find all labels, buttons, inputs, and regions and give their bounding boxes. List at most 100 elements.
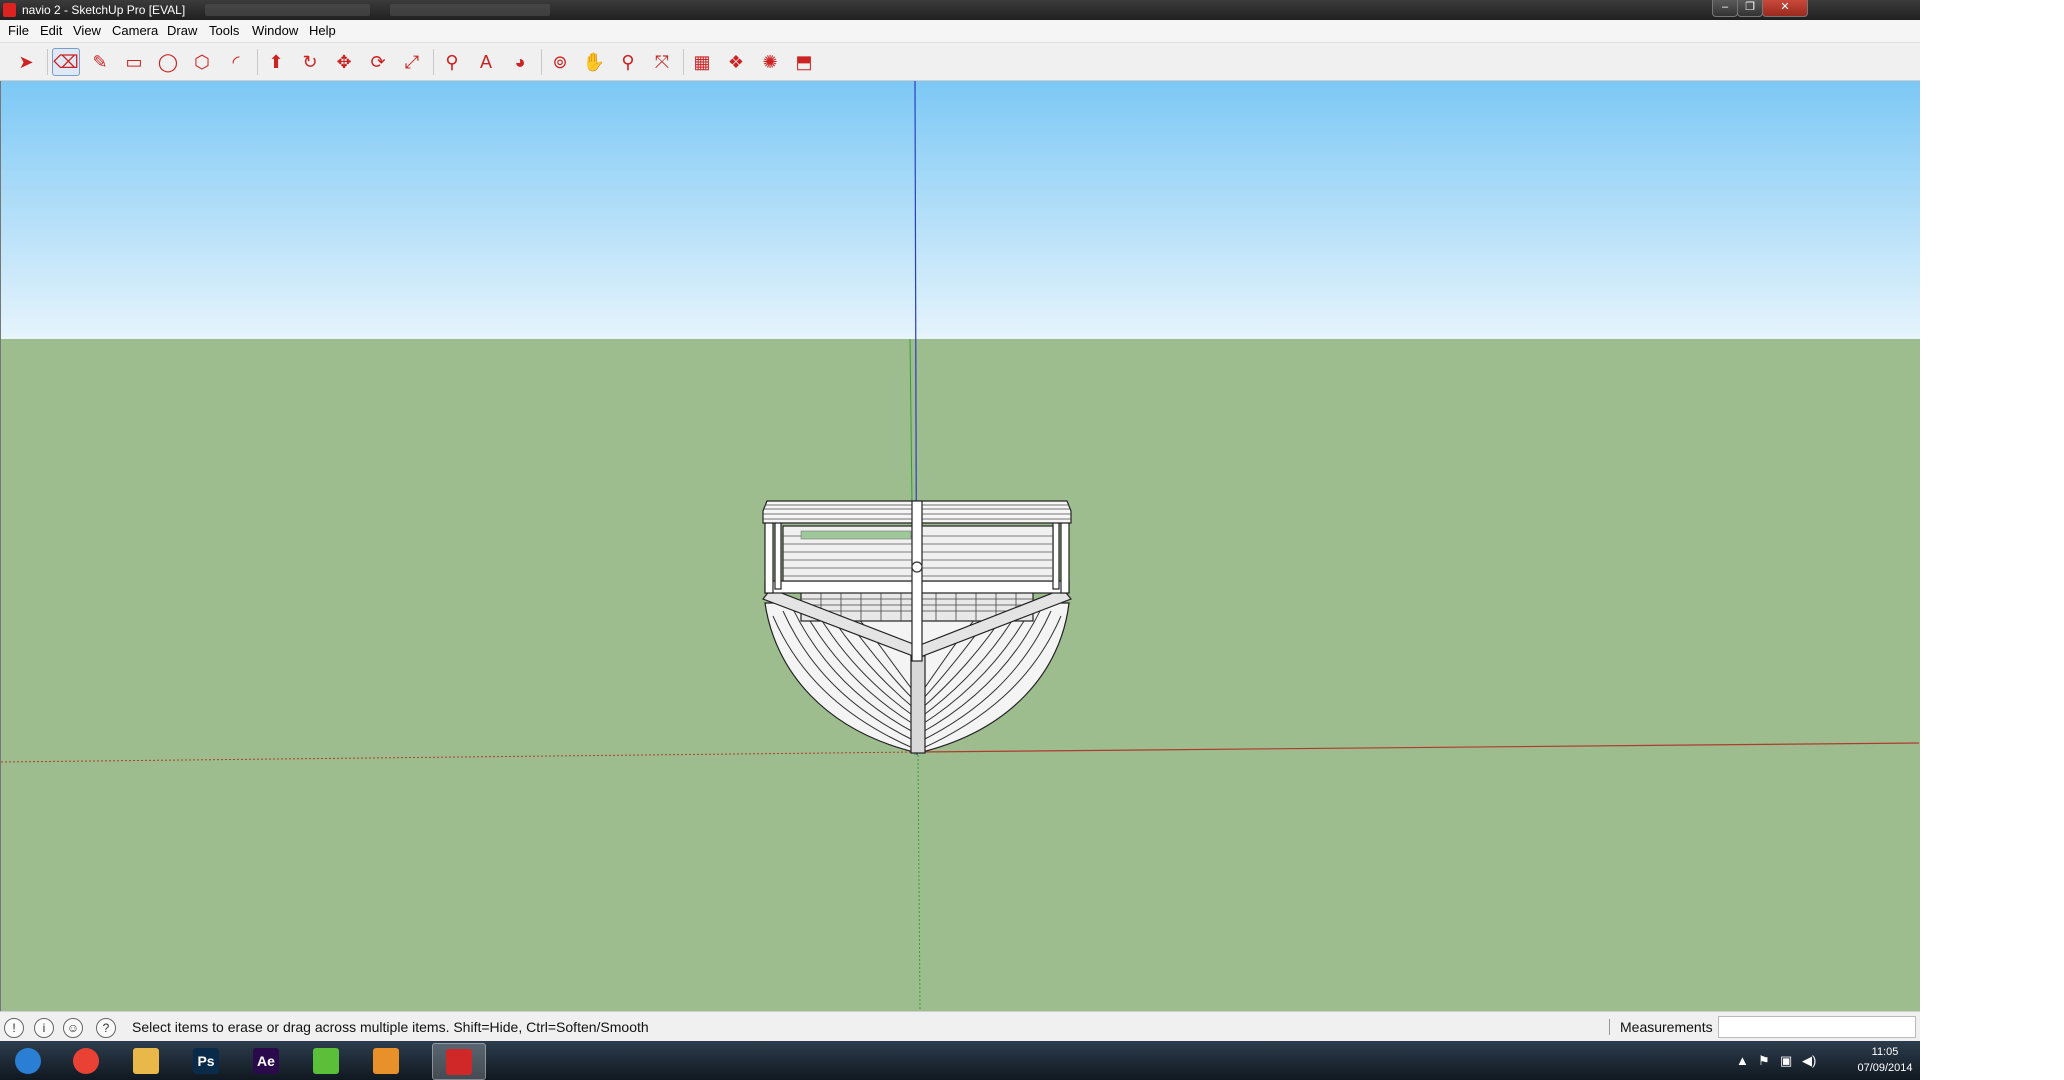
volume-icon[interactable]: ◀) <box>1802 1053 1816 1069</box>
start-button[interactable] <box>2 1043 54 1078</box>
taskbar-sketchup[interactable] <box>432 1043 486 1080</box>
taskbar-app-green[interactable] <box>300 1043 352 1078</box>
sketchup-icon <box>3 3 16 17</box>
circle-icon: ◯ <box>157 51 179 72</box>
zoom-extents-icon: ⤧ <box>654 51 670 72</box>
main-toolbar: ➤ ⌫ ✎ ▭ ◯ ⬡ ◜ ⬆ ↻ ✥ ⟳ ⤢ ⚲ A ◕ ⊚ ✋ ⚲ ⤧ ▦ ❖ ✺ ⬒ <box>0 43 1920 81</box>
rectangle-tool[interactable]: ▭ <box>120 48 148 76</box>
move-icon: ✥ <box>336 51 352 72</box>
tape-measure-tool[interactable]: ⚲ <box>438 48 466 76</box>
hand-icon: ✋ <box>582 51 606 72</box>
magnifier-icon: ⚲ <box>621 51 635 72</box>
scene-canvas[interactable] <box>1 81 1919 1011</box>
divider <box>1609 1019 1610 1035</box>
sketchup-icon <box>446 1048 472 1075</box>
scale-icon: ⤢ <box>404 51 420 72</box>
arc-tool[interactable]: ◜ <box>222 48 250 76</box>
minimize-button[interactable]: ‒ <box>1712 0 1738 17</box>
move-tool[interactable]: ✥ <box>330 48 358 76</box>
map-icon: ▦ <box>693 51 711 72</box>
red-axis <box>917 742 1919 753</box>
menu-view[interactable]: View <box>73 23 101 38</box>
menu-file[interactable]: File <box>8 23 29 38</box>
measurements-input[interactable] <box>1718 1016 1916 1038</box>
share-icon: ✺ <box>762 51 778 72</box>
box-icon: ❖ <box>727 51 745 72</box>
measurements-label: Measurements <box>1620 1019 1713 1035</box>
orbit-tool[interactable]: ⊚ <box>546 48 574 76</box>
select-tool[interactable]: ➤ <box>12 48 40 76</box>
red-axis-negative <box>1 751 919 763</box>
after-effects-icon: Ae <box>253 1047 279 1074</box>
extension-icon: ⬒ <box>795 51 813 72</box>
app-icon <box>313 1047 339 1074</box>
menu-camera[interactable]: Camera <box>112 23 158 38</box>
background-tab <box>205 4 370 16</box>
user-icon[interactable]: ☺ <box>63 1018 83 1038</box>
menu-tools[interactable]: Tools <box>209 23 239 38</box>
paint-bucket-icon: ◕ <box>514 51 526 72</box>
zoom-extents-tool[interactable]: ⤧ <box>648 48 676 76</box>
polygon-tool[interactable]: ⬡ <box>188 48 216 76</box>
status-message: Select items to erase or drag across mul… <box>132 1019 649 1035</box>
blank-area <box>1920 0 2064 1080</box>
scale-tool[interactable]: ⤢ <box>398 48 426 76</box>
extension-warehouse-tool[interactable]: ⬒ <box>790 48 818 76</box>
taskbar-after-effects[interactable]: Ae <box>240 1043 292 1078</box>
keel <box>910 655 926 754</box>
menu-bar: File Edit View Camera Draw Tools Window … <box>0 20 1920 43</box>
credits-icon[interactable]: i <box>34 1018 54 1038</box>
push-pull-tool[interactable]: ⬆ <box>262 48 290 76</box>
eraser-icon: ⌫ <box>53 51 79 72</box>
title-bar: navio 2 - SketchUp Pro [EVAL] ‒ ❐ ✕ <box>0 0 1920 20</box>
rectangle-icon: ▭ <box>125 51 143 72</box>
geo-location-icon[interactable]: ! <box>4 1018 24 1038</box>
photoshop-icon: Ps <box>193 1047 219 1074</box>
status-bar: ! i ☺ ? Select items to erase or drag ac… <box>0 1011 1920 1042</box>
window-title: navio 2 - SketchUp Pro [EVAL] <box>22 3 186 17</box>
clock-time[interactable]: 11:05 <box>1855 1046 1915 1058</box>
menu-draw[interactable]: Draw <box>167 23 197 38</box>
follow-me-icon: ↻ <box>302 51 318 72</box>
center-post <box>911 500 923 662</box>
network-icon[interactable]: ▣ <box>1780 1053 1792 1069</box>
rotate-icon: ⟳ <box>370 51 386 72</box>
media-player-icon <box>373 1047 399 1074</box>
zoom-tool[interactable]: ⚲ <box>614 48 642 76</box>
menu-help[interactable]: Help <box>309 23 336 38</box>
pan-tool[interactable]: ✋ <box>580 48 608 76</box>
taskbar-explorer[interactable] <box>120 1043 172 1078</box>
menu-edit[interactable]: Edit <box>40 23 62 38</box>
line-tool[interactable]: ✎ <box>86 48 114 76</box>
system-tray: ▲ ⚑ ▣ ◀) 11:05 07/09/2014 <box>1730 1041 1920 1080</box>
flag-icon[interactable]: ⚑ <box>1758 1053 1770 1069</box>
modeling-viewport[interactable] <box>0 81 1920 1011</box>
taskbar-chrome[interactable] <box>60 1043 112 1078</box>
chrome-icon <box>73 1047 99 1074</box>
background-tab <box>390 4 550 16</box>
3d-warehouse-tool[interactable]: ▦ <box>688 48 716 76</box>
chevron-up-icon[interactable]: ▲ <box>1736 1053 1749 1068</box>
menu-window[interactable]: Window <box>252 23 298 38</box>
circle-tool[interactable]: ◯ <box>154 48 182 76</box>
windows-taskbar: ▲ ⚑ ▣ ◀) 11:05 07/09/2014 Ps Ae <box>0 1041 1920 1080</box>
help-icon[interactable]: ? <box>96 1018 116 1038</box>
follow-me-tool[interactable]: ↻ <box>296 48 324 76</box>
close-button[interactable]: ✕ <box>1762 0 1808 17</box>
taskbar-photoshop[interactable]: Ps <box>180 1043 232 1078</box>
get-models-tool[interactable]: ❖ <box>722 48 750 76</box>
folder-icon <box>133 1047 159 1074</box>
tape-measure-icon: ⚲ <box>445 51 459 72</box>
share-model-tool[interactable]: ✺ <box>756 48 784 76</box>
green-axis-negative <box>917 754 921 1011</box>
eraser-tool[interactable]: ⌫ <box>52 48 80 76</box>
paint-bucket-tool[interactable]: ◕ <box>506 48 534 76</box>
text-tool[interactable]: A <box>472 48 500 76</box>
sketchup-window: navio 2 - SketchUp Pro [EVAL] ‒ ❐ ✕ File… <box>0 0 1920 1080</box>
taskbar-media-player[interactable] <box>360 1043 412 1078</box>
arrow-icon: ➤ <box>18 51 34 72</box>
rotate-tool[interactable]: ⟳ <box>364 48 392 76</box>
restore-button[interactable]: ❐ <box>1737 0 1763 17</box>
clock-date[interactable]: 07/09/2014 <box>1847 1062 1920 1074</box>
toolbar-separator <box>541 49 542 75</box>
